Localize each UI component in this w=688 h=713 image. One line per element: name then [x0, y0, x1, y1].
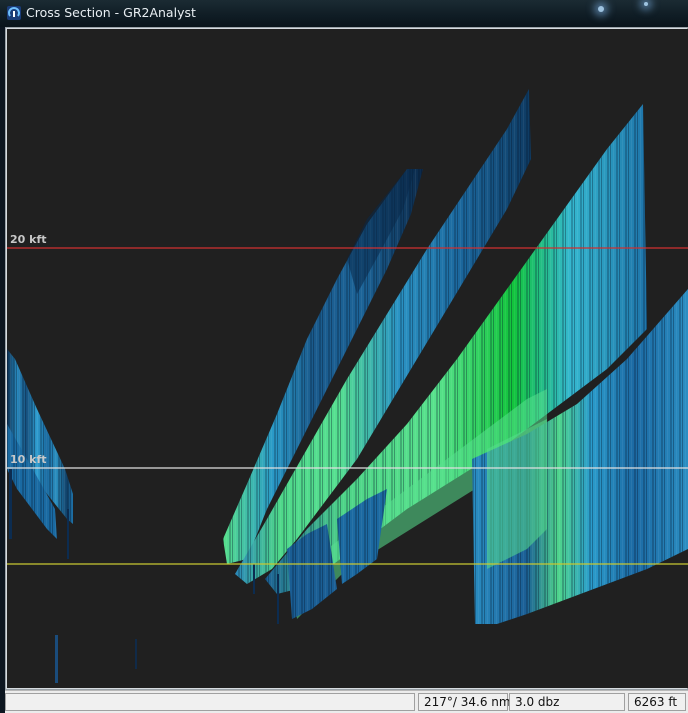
ground-streak	[135, 639, 137, 669]
title-bar: Cross Section - GR2Analyst	[0, 0, 688, 27]
altitude-label-10kft: 10 kft	[10, 453, 47, 466]
altitude-label-20kft: 20 kft	[10, 233, 47, 246]
radar-cross-section	[7, 89, 688, 683]
background-sparkle	[598, 6, 604, 12]
status-bar: 217°/ 34.6 nmi 3.0 dbz 6263 ft	[5, 690, 688, 713]
background-sparkle	[644, 2, 648, 6]
status-cell-height: 6263 ft	[628, 693, 686, 711]
window-title: Cross Section - GR2Analyst	[26, 5, 196, 20]
status-cell-empty	[5, 693, 415, 711]
cross-section-canvas[interactable]: 20 kft 10 kft	[7, 29, 688, 688]
status-cell-position: 217°/ 34.6 nmi	[418, 693, 514, 711]
ground-streak	[55, 635, 58, 683]
gr2analyst-app-icon	[7, 6, 21, 20]
status-cell-value: 3.0 dbz	[509, 693, 625, 711]
